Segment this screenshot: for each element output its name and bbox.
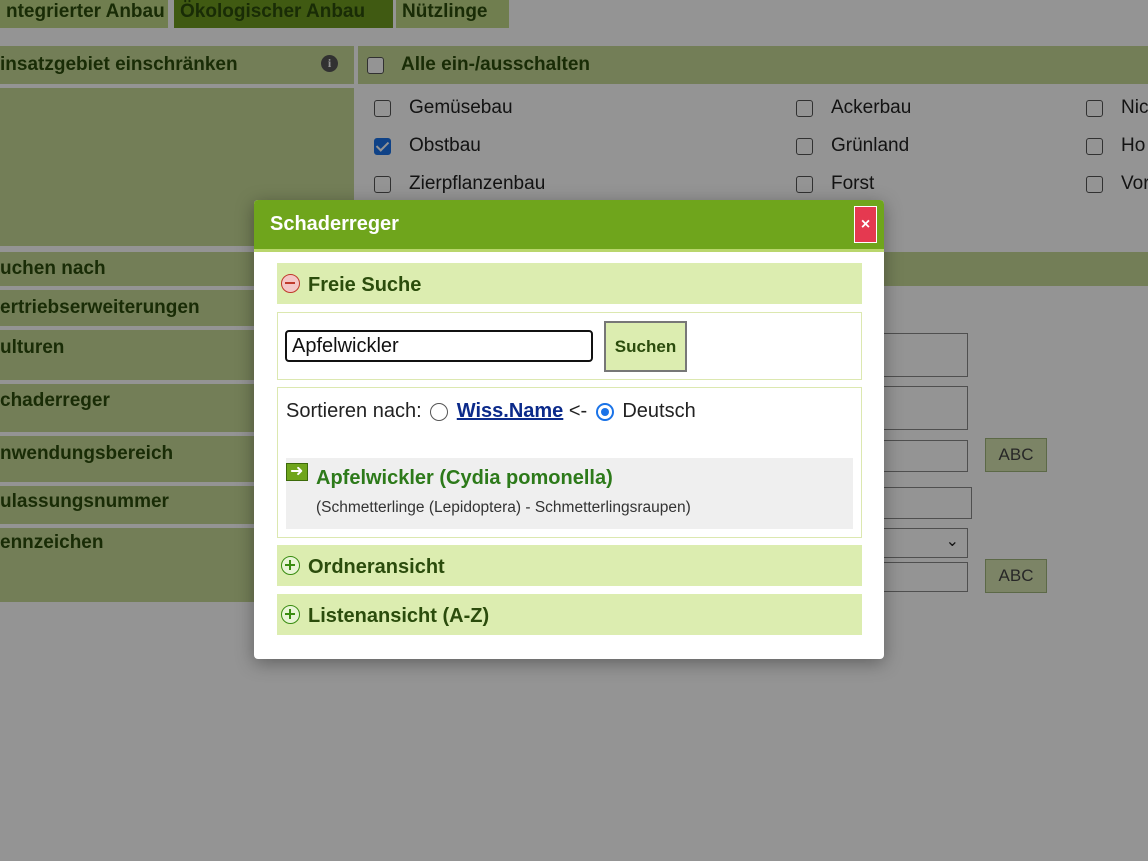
result-title: Apfelwickler (Cydia pomonella) [316, 467, 613, 489]
sort-arrow: <- [568, 400, 588, 423]
sort-prefix: Sortieren nach: [286, 400, 422, 423]
sort-label-deutsch: Deutsch [622, 400, 696, 423]
search-panel: Suchen [277, 312, 862, 380]
close-button[interactable]: × [854, 206, 877, 243]
search-input[interactable] [285, 330, 593, 362]
sort-radio-deutsch[interactable] [595, 402, 614, 421]
search-button[interactable]: Suchen [604, 321, 687, 372]
section-label: Listenansicht (A-Z) [308, 605, 490, 627]
section-listenansicht[interactable]: Listenansicht (A-Z) [277, 594, 862, 635]
section-freie-suche[interactable]: Freie Suche [277, 263, 862, 304]
dialog-header: Schaderreger × [254, 200, 884, 252]
expand-icon [281, 605, 300, 624]
arrow-right-icon [286, 461, 308, 481]
dialog-title: Schaderreger [270, 213, 399, 235]
sort-link-wiss-name[interactable]: Wiss.Name [457, 400, 564, 422]
schaderreger-dialog: Schaderreger × Freie Suche Suchen Sortie… [254, 200, 884, 659]
section-label: Ordneransicht [308, 556, 445, 578]
sort-row: Sortieren nach: Wiss.Name <- Deutsch [286, 400, 696, 426]
sort-radio-wiss[interactable] [430, 402, 449, 421]
collapse-icon [281, 274, 300, 293]
section-ordneransicht[interactable]: Ordneransicht [277, 545, 862, 586]
result-subtitle: (Schmetterlinge (Lepidoptera) - Schmette… [316, 499, 691, 516]
results-panel: Sortieren nach: Wiss.Name <- Deutsch Apf… [277, 387, 862, 538]
result-item[interactable]: Apfelwickler (Cydia pomonella) (Schmette… [286, 458, 853, 529]
expand-icon [281, 556, 300, 575]
section-label: Freie Suche [308, 274, 422, 296]
